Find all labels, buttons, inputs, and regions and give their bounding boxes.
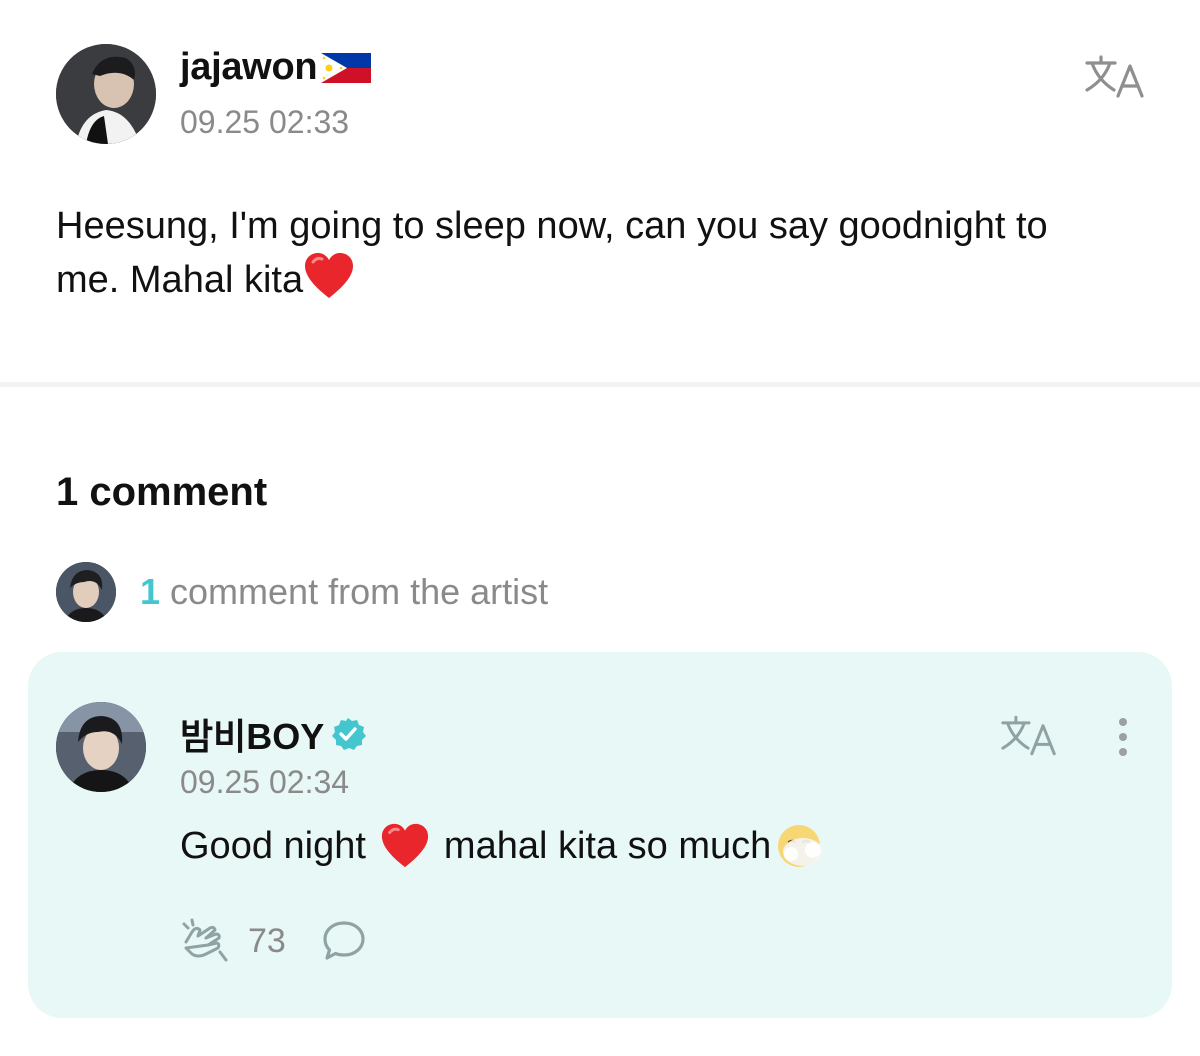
comment-text-part-2: mahal kita so much: [443, 824, 772, 867]
artist-mini-avatar: [56, 562, 116, 622]
artist-comment-summary-text: comment from the artist: [160, 571, 549, 612]
verified-badge-icon: [330, 716, 367, 752]
section-divider: [0, 382, 1200, 387]
post-body-line-2-text: me. Mahal kita: [56, 259, 304, 301]
more-dot: [1119, 718, 1127, 726]
artist-comment-filter[interactable]: 1 comment from the artist: [56, 562, 548, 622]
comment-body: Good night mahal kita so much: [180, 820, 827, 872]
red-heart-icon: [380, 822, 430, 870]
comment-actions: 73: [180, 918, 366, 964]
comment-count-heading: 1 comment: [56, 470, 268, 514]
comment-author-name[interactable]: 밤비BOY: [180, 708, 324, 760]
red-heart-icon: [303, 252, 355, 300]
more-dot: [1119, 748, 1127, 756]
translate-icon[interactable]: [1084, 54, 1146, 100]
comment-translate-icon[interactable]: [1000, 714, 1058, 758]
post-author-avatar[interactable]: [56, 44, 156, 144]
post-timestamp: 09.25 02:33: [180, 104, 350, 140]
post-body: Heesung, I'm going to sleep now, can you…: [56, 200, 1146, 306]
post-body-line-1: Heesung, I'm going to sleep now, can you…: [56, 205, 1048, 247]
artist-comment-count: 1: [140, 571, 161, 612]
comment-author-row: 밤비BOY: [180, 708, 367, 760]
like-hands-icon[interactable]: [180, 918, 230, 964]
post-author-name[interactable]: jajawon: [180, 46, 318, 89]
post-detail-screen: jajawon 09.25 02:33 Heesung, I'm going t…: [0, 0, 1200, 1056]
face-exhaling-emoji-icon: [775, 820, 827, 872]
reply-bubble-icon[interactable]: [322, 920, 366, 962]
artist-comment-summary: 1 comment from the artist: [140, 571, 548, 613]
comment-timestamp: 09.25 02:34: [180, 764, 350, 800]
artist-comment-card: 밤비BOY 09.25 02:34 Good night mahal kita …: [28, 652, 1172, 1018]
post-body-line-2: me. Mahal kita: [56, 252, 1146, 306]
post-author-row: jajawon: [180, 46, 372, 89]
like-count: 73: [248, 921, 286, 960]
more-vertical-icon[interactable]: [1108, 712, 1138, 762]
philippines-flag-icon: [321, 52, 372, 83]
comment-text-part-1: Good night: [180, 824, 366, 867]
more-dot: [1119, 733, 1127, 741]
comment-author-avatar[interactable]: [56, 702, 146, 792]
